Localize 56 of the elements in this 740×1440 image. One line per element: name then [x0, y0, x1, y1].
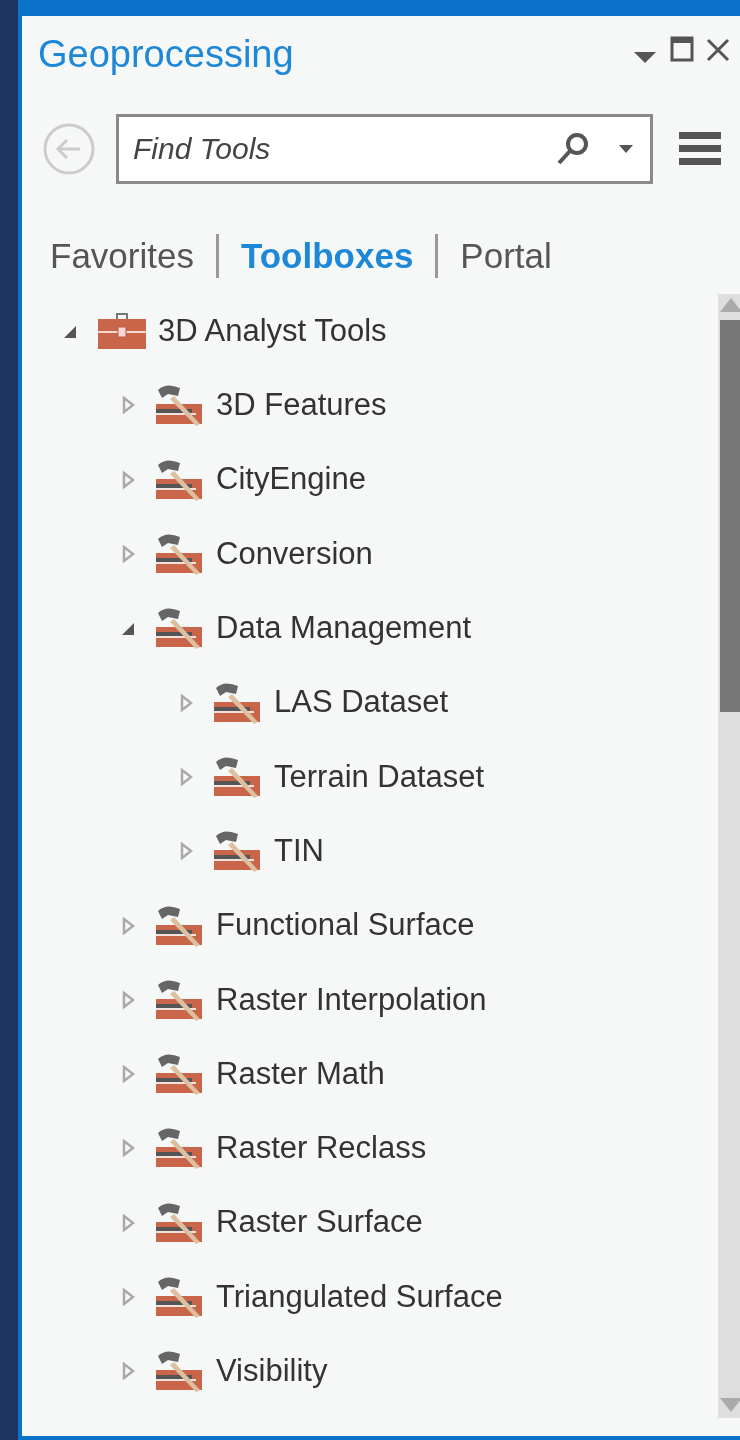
expand-arrow-icon[interactable] [120, 1139, 136, 1158]
search-icon[interactable] [555, 131, 591, 167]
hammer-toolbox-icon [156, 533, 204, 576]
hammer-toolbox-icon [214, 830, 262, 873]
tree-item[interactable]: Functional Surface [216, 902, 475, 949]
expand-arrow-icon[interactable] [120, 396, 136, 415]
expand-arrow-icon[interactable] [120, 1288, 136, 1306]
search-field[interactable]: Find Tools [116, 114, 653, 184]
close-icon[interactable] [706, 38, 730, 62]
hammer-toolbox-icon [156, 607, 204, 650]
tab[interactable]: Favorites [50, 229, 194, 283]
caret-icon[interactable] [619, 144, 633, 154]
panel-title: Geoprocessing [38, 32, 295, 77]
hammer-toolbox-icon [156, 978, 204, 1021]
hammer-toolbox-icon [156, 1276, 204, 1318]
tree-item[interactable]: Conversion [216, 530, 373, 578]
hammer-toolbox-icon [156, 1053, 204, 1096]
tree-item[interactable]: Triangulated Surface [216, 1273, 503, 1321]
expand-arrow-icon[interactable] [120, 916, 136, 935]
hammer-toolbox-icon [214, 755, 262, 798]
expand-arrow-icon[interactable] [120, 470, 136, 489]
tab[interactable]: Toolboxes [240, 229, 414, 283]
tree-item[interactable]: LAS Dataset [274, 679, 449, 726]
scrollbar[interactable] [718, 294, 740, 1418]
tree-item[interactable]: Raster Reclass [216, 1125, 427, 1172]
expand-arrow-icon[interactable] [178, 842, 194, 861]
expand-arrow-icon[interactable] [120, 545, 136, 564]
dropdown-icon[interactable] [634, 50, 656, 64]
tree-item[interactable]: TIN [274, 827, 324, 875]
hammer-toolbox-icon [214, 681, 262, 724]
hammer-toolbox-icon [156, 1350, 204, 1393]
maximize-icon[interactable] [670, 36, 694, 62]
tree-item[interactable]: Raster Surface [216, 1199, 423, 1246]
expand-arrow-icon[interactable] [178, 767, 194, 786]
tree-item[interactable]: 3D Analyst Tools [158, 307, 387, 355]
back-icon[interactable] [42, 122, 96, 176]
tree-item[interactable]: CityEngine [216, 456, 366, 503]
hammer-toolbox-icon [156, 1127, 204, 1170]
tree-item[interactable]: Raster Interpolation [216, 976, 487, 1024]
hammer-toolbox-icon [156, 384, 204, 427]
tree-item[interactable]: Raster Math [216, 1050, 385, 1098]
expand-arrow-icon[interactable] [120, 990, 136, 1009]
expand-arrow-icon[interactable] [120, 1213, 136, 1232]
tree-item[interactable]: Visibility [216, 1348, 328, 1395]
tree-item[interactable]: 3D Features [216, 382, 387, 429]
menu-icon[interactable] [679, 130, 721, 168]
toolbox-icon [98, 313, 146, 350]
expand-arrow-icon[interactable] [120, 1362, 136, 1381]
hammer-toolbox-icon [156, 1201, 204, 1244]
hammer-toolbox-icon [156, 904, 204, 947]
hammer-toolbox-icon [156, 458, 204, 501]
expand-arrow-icon[interactable] [178, 693, 194, 712]
tree-item[interactable]: Terrain Dataset [274, 753, 485, 801]
tree-item[interactable]: Data Management [216, 605, 472, 652]
expand-arrow-icon[interactable] [120, 1065, 136, 1084]
tab[interactable]: Portal [460, 229, 552, 283]
